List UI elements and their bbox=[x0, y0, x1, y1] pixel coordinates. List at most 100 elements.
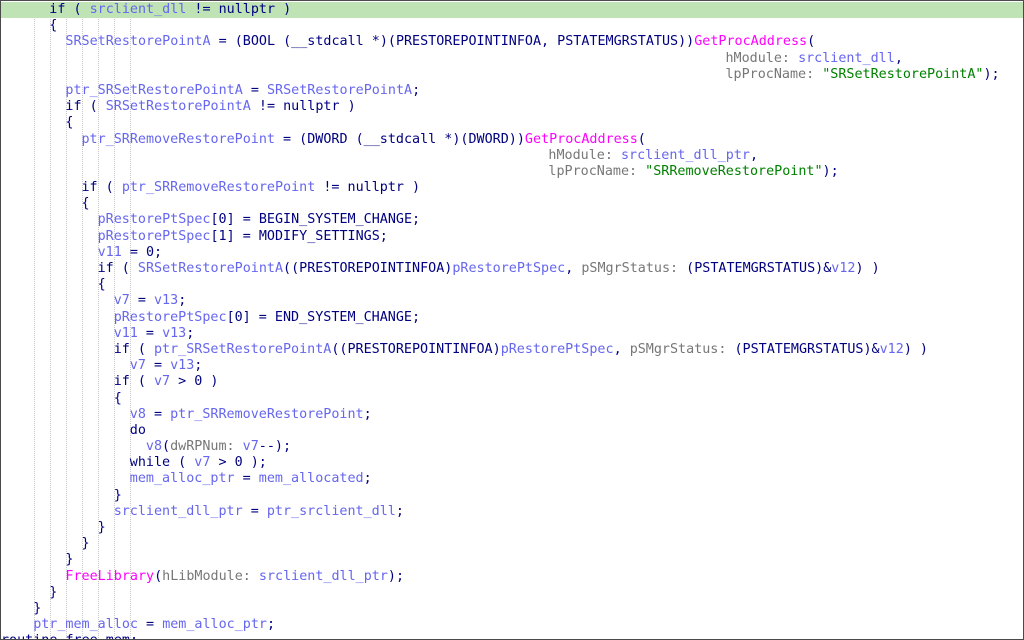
code-line[interactable]: { bbox=[1, 196, 1023, 212]
code-line[interactable]: v7 = v13; bbox=[1, 293, 1023, 309]
code-line[interactable]: srclient_dll_ptr = ptr_srclient_dll; bbox=[1, 504, 1023, 520]
code-token: ptr_SRRemoveRestorePoint bbox=[121, 180, 316, 196]
code-token: SRSetRestorePointA bbox=[105, 99, 251, 115]
code-token: if ( bbox=[113, 374, 154, 390]
code-token: while ( bbox=[129, 455, 195, 471]
code-token: ptr_SRSetRestorePointA bbox=[65, 82, 243, 98]
code-token: [0] = BEGIN_SYSTEM_CHANGE; bbox=[210, 212, 421, 228]
code-view[interactable]: if ( srclient_dll != nullptr ){SRSetRest… bbox=[1, 2, 1023, 639]
code-line[interactable]: pRestorePtSpec[1] = MODIFY_SETTINGS; bbox=[1, 229, 1023, 245]
code-token: = bbox=[242, 503, 267, 519]
code-line[interactable]: routine_free_mem: bbox=[1, 633, 1023, 639]
code-line[interactable]: FreeLibrary(hLibModule: srclient_dll_ptr… bbox=[1, 569, 1023, 585]
code-token: pRestorePtSpec bbox=[97, 212, 211, 228]
code-token: (PSTATEMGRSTATUS)& bbox=[686, 261, 832, 276]
code-token: routine_free_mem: bbox=[1, 633, 138, 639]
code-token: ; bbox=[178, 293, 187, 309]
code-token: srclient_dll bbox=[798, 50, 895, 66]
code-token: != nullptr ) bbox=[186, 2, 292, 17]
code-line[interactable]: v11 = 0; bbox=[1, 245, 1023, 261]
code-line[interactable]: SRSetRestorePointA = (BOOL (__stdcall *)… bbox=[1, 34, 1023, 50]
code-editor[interactable]: if ( srclient_dll != nullptr ){SRSetRest… bbox=[0, 0, 1024, 640]
code-line[interactable]: while ( v7 > 0 ); bbox=[1, 455, 1023, 471]
code-line[interactable]: } bbox=[1, 536, 1023, 552]
code-line[interactable]: if ( srclient_dll != nullptr ) bbox=[1, 2, 1023, 19]
code-token: pSMgrStatus: bbox=[629, 341, 735, 357]
code-token: pRestorePtSpec bbox=[500, 341, 614, 357]
code-token: { bbox=[81, 196, 90, 212]
code-token: ) ) bbox=[855, 261, 880, 276]
code-token: ((PRESTOREPOINTINFOA) bbox=[331, 341, 501, 357]
code-line[interactable]: v11 = v13; bbox=[1, 326, 1023, 342]
code-line[interactable]: if ( v7 > 0 ) bbox=[1, 374, 1023, 390]
code-token: = bbox=[145, 358, 171, 374]
code-token: > 0 ); bbox=[210, 455, 267, 471]
code-token: SRSetRestorePointA bbox=[65, 34, 211, 50]
code-line[interactable]: ptr_SRSetRestorePointA = SRSetRestorePoi… bbox=[1, 83, 1023, 99]
code-line[interactable]: } bbox=[1, 552, 1023, 568]
code-line[interactable]: v7 = v13; bbox=[1, 358, 1023, 374]
code-line[interactable]: } bbox=[1, 488, 1023, 504]
code-line[interactable]: { bbox=[1, 277, 1023, 293]
code-token: srclient_dll_ptr bbox=[113, 503, 243, 519]
code-line[interactable]: ptr_mem_alloc = mem_alloc_ptr; bbox=[1, 617, 1023, 633]
code-token: ; bbox=[363, 406, 372, 422]
code-line[interactable]: lpProcName: "SRRemoveRestorePoint"); bbox=[1, 164, 1023, 180]
code-token: pRestorePtSpec bbox=[452, 261, 566, 276]
code-line[interactable]: } bbox=[1, 585, 1023, 601]
code-token: ; bbox=[363, 471, 372, 487]
code-token: do bbox=[129, 422, 146, 438]
code-token: v8 bbox=[145, 439, 163, 455]
code-token: } bbox=[49, 584, 58, 600]
code-token: v7 bbox=[242, 439, 259, 455]
code-line[interactable]: pRestorePtSpec[0] = BEGIN_SYSTEM_CHANGE; bbox=[1, 212, 1023, 228]
code-token: } bbox=[65, 552, 74, 568]
code-token: GetProcAddress bbox=[524, 131, 638, 147]
code-line[interactable]: if ( SRSetRestorePointA != nullptr ) bbox=[1, 99, 1023, 115]
code-line[interactable]: hModule: srclient_dll, bbox=[1, 51, 1023, 67]
code-token: v13 bbox=[170, 358, 195, 374]
code-token: > 0 ) bbox=[170, 374, 219, 390]
code-token: ); bbox=[822, 163, 839, 179]
code-line[interactable]: if ( ptr_SRRemoveRestorePoint != nullptr… bbox=[1, 180, 1023, 196]
code-token: { bbox=[49, 18, 58, 34]
code-line[interactable]: } bbox=[1, 601, 1023, 617]
code-line[interactable]: if ( SRSetRestorePointA((PRESTOREPOINTIN… bbox=[1, 261, 1023, 277]
code-line[interactable]: } bbox=[1, 520, 1023, 536]
code-token: , bbox=[894, 50, 903, 66]
code-token: ( bbox=[154, 568, 163, 584]
code-token: lpProcName: bbox=[548, 163, 646, 179]
code-token: hLibModule: bbox=[162, 568, 259, 584]
code-token: v12 bbox=[831, 261, 856, 276]
code-token: v8 bbox=[129, 406, 146, 422]
code-token: = bbox=[138, 617, 163, 633]
code-token: [1] = MODIFY_SETTINGS; bbox=[210, 228, 388, 244]
code-line[interactable]: hModule: srclient_dll_ptr, bbox=[1, 148, 1023, 164]
code-token: = bbox=[145, 406, 171, 422]
code-token: ); bbox=[983, 66, 1000, 82]
code-line[interactable]: do bbox=[1, 423, 1023, 439]
code-line[interactable]: if ( ptr_SRSetRestorePointA((PRESTOREPOI… bbox=[1, 342, 1023, 358]
code-token: = bbox=[242, 82, 267, 98]
code-line[interactable]: ptr_SRRemoveRestorePoint = (DWORD (__std… bbox=[1, 132, 1023, 148]
code-token: srclient_dll_ptr bbox=[620, 147, 750, 163]
code-line[interactable]: pRestorePtSpec[0] = END_SYSTEM_CHANGE; bbox=[1, 310, 1023, 326]
code-line[interactable]: { bbox=[1, 391, 1023, 407]
code-token: if ( bbox=[49, 2, 90, 17]
code-token: = bbox=[129, 293, 154, 309]
code-token: srclient_dll_ptr bbox=[258, 568, 388, 584]
code-line[interactable]: v8(dwRPNum: v7--); bbox=[1, 439, 1023, 455]
code-line[interactable]: { bbox=[1, 18, 1023, 34]
code-token: "SRSetRestorePointA" bbox=[822, 66, 984, 82]
code-token: = bbox=[137, 325, 163, 341]
code-token: ptr_SRRemoveRestorePoint bbox=[170, 406, 364, 422]
code-token: { bbox=[113, 390, 122, 406]
code-token: ( bbox=[162, 439, 171, 455]
code-token: ptr_mem_alloc bbox=[33, 617, 138, 633]
code-line[interactable]: mem_alloc_ptr = mem_allocated; bbox=[1, 471, 1023, 487]
code-line[interactable]: v8 = ptr_SRRemoveRestorePoint; bbox=[1, 407, 1023, 423]
code-token: } bbox=[97, 520, 106, 535]
code-line[interactable]: { bbox=[1, 115, 1023, 131]
code-token: pSMgrStatus: bbox=[581, 261, 687, 276]
code-line[interactable]: lpProcName: "SRSetRestorePointA"); bbox=[1, 67, 1023, 83]
